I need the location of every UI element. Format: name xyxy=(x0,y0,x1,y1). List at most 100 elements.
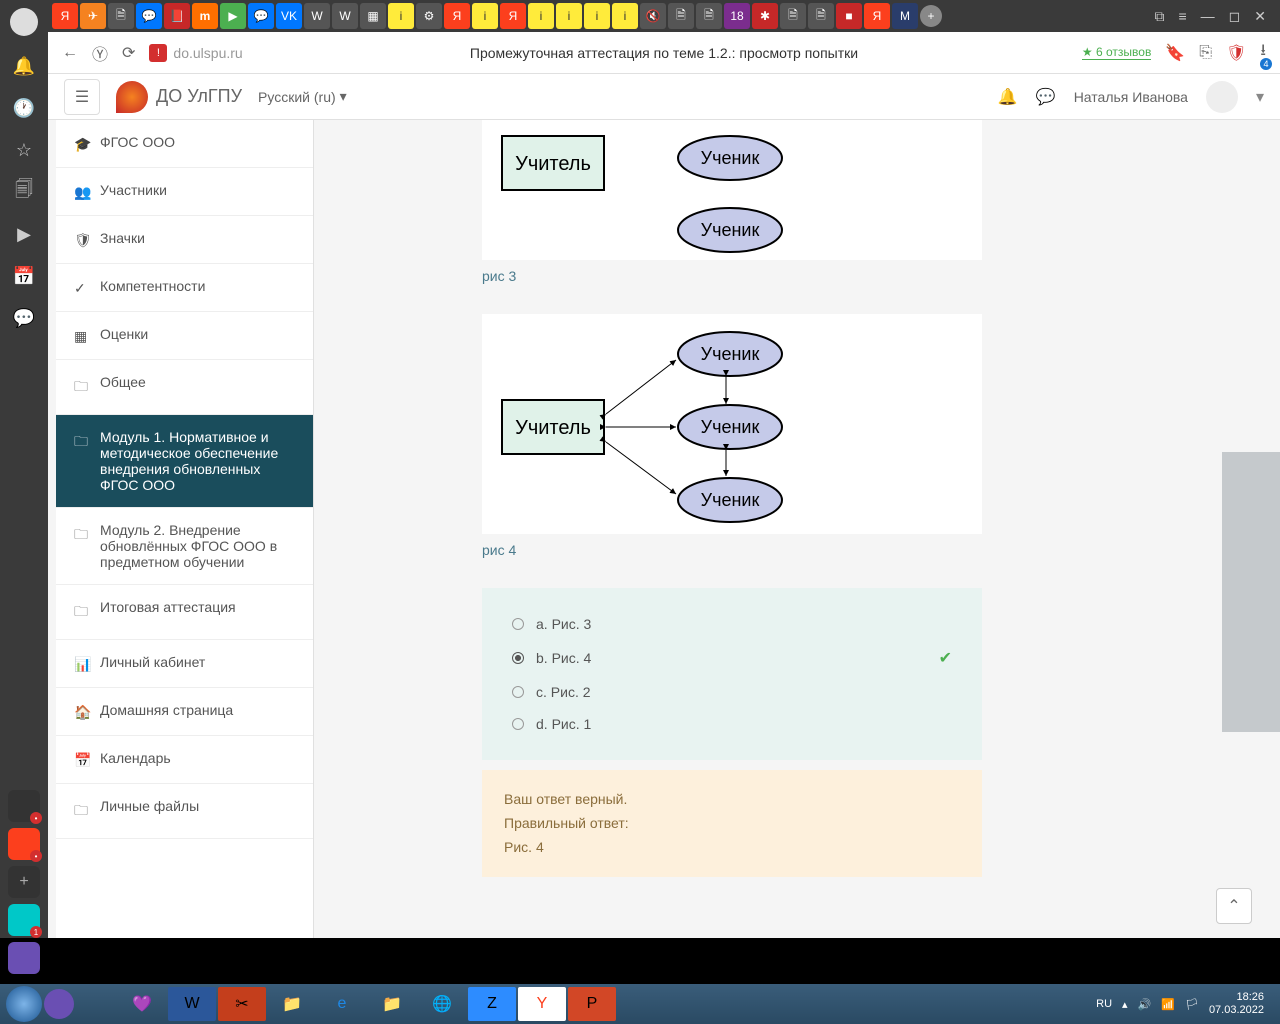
browser-tab[interactable]: VK xyxy=(276,3,302,29)
browser-tab[interactable]: i xyxy=(612,3,638,29)
nav-item-module2[interactable]: 🗀Модуль 2. Внедрение обновлённых ФГОС ОО… xyxy=(56,508,313,585)
user-name[interactable]: Наталья Иванова xyxy=(1074,89,1188,105)
taskbar-app[interactable]: Y xyxy=(518,987,566,1021)
browser-tab[interactable]: 🗎 xyxy=(780,3,806,29)
browser-tab[interactable]: 💬 xyxy=(136,3,162,29)
bell-icon[interactable]: 🔔 xyxy=(12,54,36,78)
browser-tab[interactable]: ▦ xyxy=(360,3,386,29)
nav-item-files[interactable]: 🗀Личные файлы xyxy=(56,784,313,839)
extension-icon[interactable]: ⎘ xyxy=(1199,44,1212,62)
taskbar-app[interactable]: Z xyxy=(468,987,516,1021)
nav-item-module1[interactable]: 🗀Модуль 1. Нормативное и методическое об… xyxy=(56,415,313,508)
play-icon[interactable]: ▶ xyxy=(12,222,36,246)
user-avatar[interactable] xyxy=(1206,81,1238,113)
answer-option-b[interactable]: b. Рис. 4 ✔ xyxy=(512,640,952,676)
reviews-badge[interactable]: ★ 6 отзывов xyxy=(1082,45,1151,60)
browser-tab[interactable]: 💬 xyxy=(248,3,274,29)
site-logo[interactable]: ДО УлГПУ xyxy=(116,81,242,113)
user-menu-caret[interactable]: ▾ xyxy=(1256,87,1264,107)
clock-icon[interactable]: 🕐 xyxy=(12,96,36,120)
taskbar-app[interactable]: 🌐 xyxy=(418,987,466,1021)
browser-tab[interactable]: ✈ xyxy=(80,3,106,29)
taskbar-clock[interactable]: 18:26 07.03.2022 xyxy=(1209,991,1264,1017)
launcher-item[interactable]: 1 xyxy=(8,904,40,936)
browser-tab[interactable]: i xyxy=(584,3,610,29)
browser-tab[interactable]: M xyxy=(892,3,918,29)
menu-icon[interactable]: ≡ xyxy=(1178,8,1186,25)
browser-tab[interactable]: ■ xyxy=(836,3,862,29)
nav-item-dashboard[interactable]: 📊Личный кабинет xyxy=(56,640,313,688)
notifications-icon[interactable]: 🔔 xyxy=(998,87,1018,107)
launcher-plus[interactable]: + xyxy=(8,866,40,898)
taskbar-app[interactable]: P xyxy=(568,987,616,1021)
taskbar-app[interactable] xyxy=(44,989,74,1019)
scroll-top-button[interactable]: ⌃ xyxy=(1216,888,1252,924)
browser-tab[interactable]: 🗎 xyxy=(108,3,134,29)
browser-tab[interactable]: 18 xyxy=(724,3,750,29)
browser-tab[interactable]: Я xyxy=(444,3,470,29)
tray-lang[interactable]: RU xyxy=(1096,998,1112,1010)
split-icon[interactable]: ⧉ xyxy=(1154,8,1164,25)
browser-tab[interactable]: i xyxy=(528,3,554,29)
back-icon[interactable]: ← xyxy=(62,44,78,62)
nav-item-final[interactable]: 🗀Итоговая аттестация xyxy=(56,585,313,640)
browser-tab[interactable]: i xyxy=(556,3,582,29)
browser-tab[interactable]: 📕 xyxy=(164,3,190,29)
browser-tab[interactable]: ▶ xyxy=(220,3,246,29)
browser-tab[interactable]: 🔇 xyxy=(640,3,666,29)
browser-tab[interactable]: 🗎 xyxy=(668,3,694,29)
calendar-icon[interactable]: 📅 xyxy=(12,264,36,288)
launcher-item[interactable] xyxy=(8,942,40,974)
nav-item-home[interactable]: 🏠Домашняя страница xyxy=(56,688,313,736)
browser-tab[interactable]: Я xyxy=(500,3,526,29)
browser-tab[interactable]: 🗎 xyxy=(808,3,834,29)
browser-tab-active[interactable]: m xyxy=(192,3,218,29)
side-panel[interactable] xyxy=(1222,452,1280,732)
tray-network-icon[interactable]: 📶 xyxy=(1161,998,1175,1011)
taskbar-app[interactable]: 📁 xyxy=(268,987,316,1021)
answer-option-d[interactable]: d. Рис. 1 xyxy=(512,708,952,740)
close-icon[interactable]: ✕ xyxy=(1254,8,1266,25)
browser-tab[interactable]: i xyxy=(388,3,414,29)
browser-tab[interactable]: Я xyxy=(864,3,890,29)
taskbar-app[interactable]: W xyxy=(168,987,216,1021)
yandex-icon[interactable]: Ⓨ xyxy=(92,41,108,65)
language-selector[interactable]: Русский (ru)▾ xyxy=(258,88,347,105)
chat-icon[interactable]: 💬 xyxy=(12,306,36,330)
taskbar-app[interactable]: 💜 xyxy=(118,987,166,1021)
browser-tab[interactable]: W xyxy=(304,3,330,29)
system-tray[interactable]: RU ▴ 🔊 📶 🏳 18:26 07.03.2022 xyxy=(1096,991,1274,1017)
browser-tab[interactable]: 🗎 xyxy=(696,3,722,29)
tray-volume-icon[interactable]: 🔊 xyxy=(1138,998,1152,1011)
browser-tab[interactable]: Я xyxy=(52,3,78,29)
nav-item-competencies[interactable]: ✓Компетентности xyxy=(56,264,313,312)
browser-tab[interactable]: ✱ xyxy=(752,3,778,29)
browser-tab[interactable]: i xyxy=(472,3,498,29)
nav-item-general[interactable]: 🗀Общее xyxy=(56,360,313,415)
nav-item-participants[interactable]: 👥Участники xyxy=(56,168,313,216)
star-icon[interactable]: ☆ xyxy=(12,138,36,162)
minimize-icon[interactable]: — xyxy=(1201,8,1215,25)
shield-icon[interactable]: 🛡 xyxy=(1226,43,1246,63)
messages-icon[interactable]: 💬 xyxy=(1036,87,1056,107)
taskbar-app[interactable]: 📁 xyxy=(368,987,416,1021)
bookmark-icon[interactable]: 🔖 xyxy=(1165,43,1185,63)
launcher-item[interactable]: • xyxy=(8,828,40,860)
launcher-item[interactable]: • xyxy=(8,790,40,822)
nav-toggle-button[interactable]: ☰ xyxy=(64,79,100,115)
nav-item-fgos[interactable]: 🎓ФГОС ООО xyxy=(56,120,313,168)
nav-item-calendar[interactable]: 📅Календарь xyxy=(56,736,313,784)
reload-icon[interactable]: ⟳ xyxy=(122,43,135,63)
browser-tab[interactable]: ⚙ xyxy=(416,3,442,29)
maximize-icon[interactable]: ◻ xyxy=(1229,8,1241,25)
download-icon[interactable]: ⭳ xyxy=(1260,39,1266,66)
nav-item-badges[interactable]: 🛡Значки xyxy=(56,216,313,264)
nav-item-grades[interactable]: ▦Оценки xyxy=(56,312,313,360)
answer-option-c[interactable]: c. Рис. 2 xyxy=(512,676,952,708)
answer-option-a[interactable]: a. Рис. 3 xyxy=(512,608,952,640)
os-avatar[interactable] xyxy=(10,8,38,36)
browser-tab[interactable]: W xyxy=(332,3,358,29)
tray-up-icon[interactable]: ▴ xyxy=(1122,998,1128,1011)
taskbar-app[interactable]: ✂ xyxy=(218,987,266,1021)
tray-flag-icon[interactable]: 🏳 xyxy=(1185,998,1199,1011)
